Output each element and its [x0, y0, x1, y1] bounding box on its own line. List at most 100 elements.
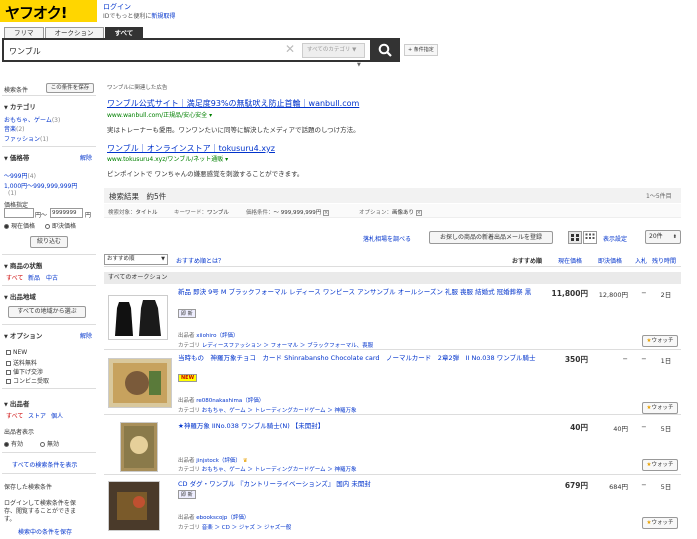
all-conditions-link[interactable]: すべての検索条件を表示	[12, 460, 77, 469]
seller-display-label: 出品者表示	[4, 429, 35, 436]
ad-title-link[interactable]: ワンブル｜オンラインストア｜tokusuru4.xyz	[107, 143, 275, 154]
region-button[interactable]: すべての地域から選ぶ	[8, 306, 86, 318]
price-min-input[interactable]	[4, 208, 34, 218]
item-title[interactable]: 新品 即決 9号 M ブラックフォーマル レディース ワンピース アンサンブル …	[178, 288, 548, 297]
cond-new[interactable]: 新品	[28, 273, 40, 282]
item-title[interactable]: CD ダグ・ワンブル 『カントリーライベーションズ』 国内 未開封	[178, 480, 548, 489]
watch-button[interactable]: ★ウォッチ	[642, 402, 678, 414]
seller-display-off[interactable]: 無効	[40, 439, 59, 448]
new-listing-alert-button[interactable]: お探しの商品の新着出品メールを登録	[429, 231, 553, 244]
category-link[interactable]: おもちゃ、ゲーム ＞ トレーディングカードゲーム ＞ 神羅万象	[202, 408, 357, 414]
category-link[interactable]: レディースファッション ＞ フォーマル ＞ ブラックフォーマル、喪服	[202, 343, 373, 349]
watch-label: ウォッチ	[651, 338, 674, 344]
seller-link[interactable]: xiiohiro（評価）	[196, 333, 238, 339]
option-free-shipping[interactable]: 送料無料	[6, 358, 37, 367]
option-new[interactable]: NEW	[6, 349, 27, 356]
suggest-caret-icon[interactable]: ▼	[357, 62, 361, 68]
current-price-radio[interactable]: 現在価格	[4, 221, 35, 230]
narrow-button[interactable]: 絞り込む	[30, 236, 68, 248]
sort-select-value: おすすめ順	[107, 256, 135, 262]
spinner-icon: ⬍	[672, 234, 677, 240]
list-item: 新品 即決 9号 M ブラックフォーマル レディース ワンピース アンサンブル …	[104, 285, 681, 350]
watch-button[interactable]: ★ウォッチ	[642, 335, 678, 347]
buynow-price-radio[interactable]: 即決価格	[45, 221, 76, 230]
price-range-label: 1,000円〜999,999,999円	[4, 183, 78, 190]
item-thumbnail[interactable]	[108, 481, 160, 531]
watch-button[interactable]: ★ウォッチ	[642, 459, 678, 471]
filter-keyword: キーワード：ワンブル	[174, 208, 229, 216]
tab-auction[interactable]: オークション	[44, 27, 104, 38]
display-settings-link[interactable]: 表示設定	[603, 234, 627, 243]
price-clear-link[interactable]: 解除	[80, 153, 92, 162]
price-range-label: 〜999円	[4, 173, 28, 180]
item-thumbnail[interactable]	[108, 295, 168, 340]
region-heading-text: 出品地域	[9, 293, 36, 301]
triangle-down-icon: ▼	[4, 295, 8, 301]
category-link[interactable]: 音楽 ＞ CD ＞ ジャズ ＞ ジャズ一般	[202, 525, 292, 531]
past-price-link[interactable]: 落札相場を調べる	[363, 234, 411, 243]
save-current-condition-link[interactable]: 検索中の条件を保存	[18, 527, 72, 536]
cond-all[interactable]: すべて	[6, 273, 23, 282]
item-bids: −	[641, 481, 647, 489]
option-clear-link[interactable]: 解除	[80, 331, 92, 340]
cond-used[interactable]: 中古	[46, 273, 58, 282]
category-link[interactable]: おもちゃ、ゲーム ＞ トレーディングカードゲーム ＞ 神羅万象	[202, 467, 357, 473]
item-bids: −	[641, 355, 647, 363]
tab-furima[interactable]: フリマ	[4, 27, 44, 38]
seller-link[interactable]: re080nakashima（評価）	[196, 398, 264, 404]
category-item-fashion[interactable]: ファッション(1)	[4, 134, 49, 143]
category-item-toys[interactable]: おもちゃ、ゲーム(3)	[4, 115, 60, 124]
col-bids[interactable]: 入札	[635, 256, 647, 265]
seller-all[interactable]: すべて	[6, 411, 23, 420]
item-thumbnail[interactable]	[120, 422, 158, 472]
col-recommended[interactable]: おすすめ順	[512, 256, 542, 265]
category-select-label: すべてのカテゴリ	[307, 47, 351, 53]
triangle-down-icon: ▼	[4, 105, 8, 111]
clear-icon[interactable]: ✕	[285, 42, 295, 56]
watch-button[interactable]: ★ウォッチ	[642, 517, 678, 529]
price-range-low[interactable]: 〜999円(4)	[4, 171, 36, 180]
market-tabs: フリマ オークション すべて	[4, 27, 144, 38]
ad-title-link[interactable]: ワンブル公式サイト｜満足度93%の無駄吠え防止首輪｜wanbull.com	[107, 98, 359, 109]
search-button[interactable]	[370, 40, 400, 60]
price-max-input[interactable]: 9999999	[50, 208, 83, 218]
checkbox-icon	[6, 379, 11, 384]
remove-filter-icon[interactable]: ×	[323, 210, 330, 216]
watch-label: ウォッチ	[651, 520, 674, 526]
category-item-music[interactable]: 音楽(2)	[4, 124, 25, 133]
tab-all[interactable]: すべて	[104, 27, 144, 38]
sort-select[interactable]: おすすめ順 ▼	[104, 254, 168, 265]
item-title[interactable]: ★神羅万象 IINo.038 ワンブル騎士(N) 【未開封】	[178, 422, 548, 431]
col-buynow-price[interactable]: 即決価格	[598, 256, 622, 265]
ad-url[interactable]: www.tokusuru4.xyz/ワンブル/ネット通販 ▾	[107, 154, 228, 163]
search-input[interactable]	[9, 44, 279, 58]
seller-display-on[interactable]: 有効	[4, 439, 23, 448]
col-time-left[interactable]: 残り時間	[652, 256, 676, 265]
seller-link[interactable]: jinjstock（評価）	[196, 458, 241, 464]
option-convenience[interactable]: コンビニ受取	[6, 376, 49, 385]
seller-store[interactable]: ストア	[28, 411, 46, 420]
seller-link[interactable]: ebookscojp（評価）	[196, 515, 249, 521]
yahuoku-logo[interactable]: ヤフオク!	[0, 0, 97, 22]
item-bids: −	[641, 289, 647, 297]
item-thumbnail[interactable]	[108, 358, 172, 408]
list-view-icon[interactable]	[568, 231, 582, 244]
search-bar: ✕ すべてのカテゴリ ▼	[2, 38, 400, 62]
category-item-count: (3)	[51, 117, 61, 124]
item-title[interactable]: 当時もの 神羅万象チョコ カード Shinrabansho Chocolate …	[178, 354, 548, 363]
register-link[interactable]: 新規取得	[151, 13, 175, 20]
save-condition-button[interactable]: この条件を保存	[46, 83, 94, 93]
price-range-high[interactable]: 1,000円〜999,999,999円	[4, 181, 77, 190]
grid-view-icon[interactable]	[583, 231, 597, 244]
ad-url[interactable]: www.wanbull.com/正規品/安心安全 ▾	[107, 110, 212, 119]
item-current-price: 350円	[564, 355, 588, 364]
col-current-price[interactable]: 現在価格	[558, 256, 582, 265]
seller-individual[interactable]: 個人	[51, 411, 63, 420]
per-page-select[interactable]: 20件 ⬍	[645, 230, 681, 244]
sort-help-link[interactable]: おすすめ順とは？	[176, 256, 224, 265]
condition-button[interactable]: + 条件指定	[404, 44, 438, 56]
category-select[interactable]: すべてのカテゴリ ▼	[302, 43, 365, 58]
option-negotiate[interactable]: 値下げ交渉	[6, 367, 43, 376]
remove-filter-icon[interactable]: ×	[415, 210, 422, 216]
seller-label: 出品者	[178, 398, 195, 404]
